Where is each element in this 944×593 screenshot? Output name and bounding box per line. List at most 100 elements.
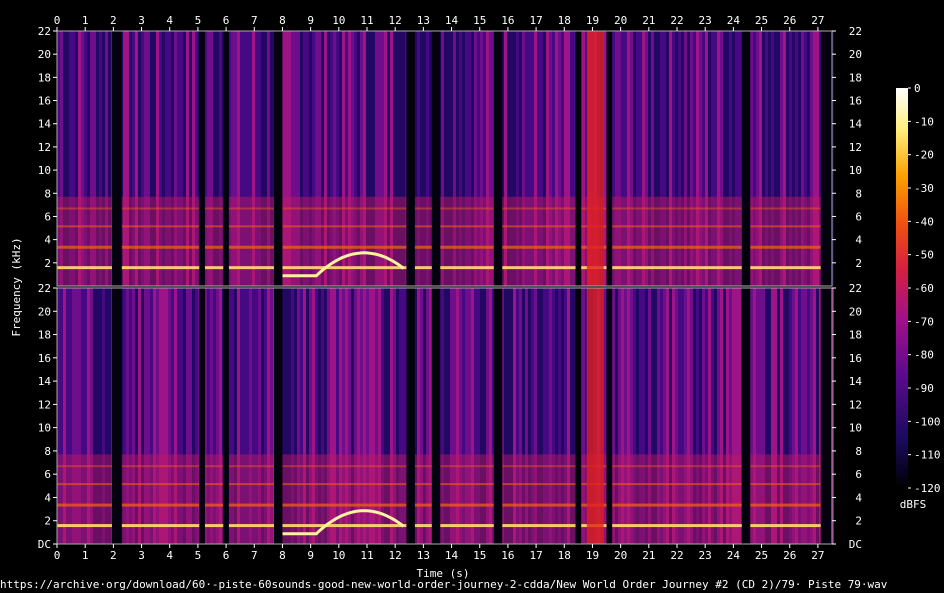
x-tick-label-top: 16 [501, 14, 514, 27]
y-tick-label-right: 22 [849, 25, 862, 38]
colorbar-tick-label: -90 [914, 382, 934, 395]
y-tick-label-left: 6 [44, 468, 51, 481]
x-tick-label-bottom: 24 [727, 549, 741, 562]
y-tick-label-right: 10 [849, 422, 862, 435]
silence-gap [431, 31, 441, 286]
harmonic-band [57, 245, 832, 249]
x-tick-label-bottom: 6 [223, 549, 230, 562]
x-tick-label-bottom: 17 [529, 549, 542, 562]
x-tick-label-top: 18 [558, 14, 571, 27]
colorbar-tick-label: -100 [914, 415, 941, 428]
y-tick-label-left: 20 [38, 305, 51, 318]
harmonic-band [57, 266, 832, 270]
y-tick-label-right: 16 [849, 352, 862, 365]
x-tick-label-bottom: 22 [670, 549, 683, 562]
x-tick-label-top: 3 [138, 14, 145, 27]
x-tick-label-top: 20 [614, 14, 627, 27]
silence-gap [493, 288, 503, 544]
x-tick-label-bottom: 5 [195, 549, 202, 562]
low-band-energy [57, 454, 832, 544]
x-tick-label-bottom: 12 [389, 549, 402, 562]
y-tick-label-right: 22 [849, 282, 862, 295]
x-tick-label-bottom: 25 [755, 549, 768, 562]
y-tick-label-left: 16 [38, 95, 51, 108]
y-tick-label-right: 14 [849, 118, 863, 131]
silence-gap [406, 288, 415, 544]
x-tick-label-top: 13 [417, 14, 430, 27]
silence-gap [199, 31, 205, 286]
x-tick-label-top: 23 [699, 14, 712, 27]
y-tick-label-left: 2 [44, 515, 51, 528]
harmonic-band [57, 483, 832, 486]
y-tick-label-left: 16 [38, 352, 51, 365]
colorbar-tick-label: -20 [914, 149, 934, 162]
colorbar-tick-label: 0 [914, 82, 921, 95]
x-tick-label-bottom: 0 [54, 549, 61, 562]
x-tick-label-bottom: 9 [307, 549, 314, 562]
x-tick-label-bottom: 1 [82, 549, 89, 562]
x-tick-label-bottom: 7 [251, 549, 258, 562]
silence-gap [606, 288, 613, 544]
loud-burst [586, 288, 604, 544]
x-tick-label-top: 10 [332, 14, 345, 27]
silence-gap [223, 31, 229, 286]
y-tick-label-right: DC [849, 538, 862, 551]
silence-gap [274, 288, 283, 544]
silence-gap [111, 31, 122, 286]
x-tick-label-bottom: 11 [360, 549, 373, 562]
y-tick-label-left: 2 [44, 257, 51, 270]
y-tick-label-right: 18 [849, 71, 862, 84]
x-tick-label-top: 17 [529, 14, 542, 27]
x-tick-label-bottom: 2 [110, 549, 117, 562]
y-tick-label-left: 8 [44, 445, 51, 458]
x-tick-label-top: 11 [360, 14, 373, 27]
y-tick-label-left: 22 [38, 25, 51, 38]
y-tick-label-right: 8 [855, 187, 862, 200]
silence-gap [575, 288, 582, 544]
harmonic-band [57, 465, 832, 468]
y-tick-label-right: 18 [849, 329, 862, 342]
x-tick-label-top: 19 [586, 14, 599, 27]
colorbar-tick-label: -70 [914, 315, 934, 328]
y-tick-label-left: 6 [44, 210, 51, 223]
x-tick-label-top: 26 [783, 14, 796, 27]
harmonic-band [57, 503, 832, 507]
x-tick-label-bottom: 15 [473, 549, 486, 562]
x-tick-label-top: 7 [251, 14, 258, 27]
silence-gap [606, 31, 613, 286]
y-tick-label-left: 10 [38, 422, 51, 435]
x-tick-label-top: 1 [82, 14, 89, 27]
y-tick-label-left: 8 [44, 187, 51, 200]
loud-burst [586, 31, 604, 286]
x-tick-label-top: 5 [195, 14, 202, 27]
x-tick-label-bottom: 8 [279, 549, 286, 562]
silence-gap [820, 31, 832, 286]
y-tick-label-left: 22 [38, 282, 51, 295]
silence-gap [575, 31, 582, 286]
low-band-energy [57, 196, 832, 286]
x-tick-label-top: 8 [279, 14, 286, 27]
x-tick-label-bottom: 3 [138, 549, 145, 562]
silence-gap [111, 288, 122, 544]
channel-panel-1 [57, 31, 834, 286]
x-tick-label-top: 22 [670, 14, 683, 27]
x-tick-label-bottom: 18 [558, 549, 571, 562]
y-tick-label-left: 14 [38, 118, 52, 131]
y-tick-label-right: 16 [849, 95, 862, 108]
harmonic-band [57, 225, 832, 228]
x-tick-label-bottom: 21 [642, 549, 655, 562]
x-tick-label-top: 21 [642, 14, 655, 27]
x-tick-label-bottom: 4 [166, 549, 173, 562]
y-tick-label-left: 4 [44, 234, 51, 247]
source-url: https://archive·org/download/60·-piste-6… [0, 578, 888, 591]
y-axis-label: Frequency (kHz) [10, 237, 23, 336]
x-tick-label-bottom: 27 [811, 549, 824, 562]
y-tick-label-right: 6 [855, 210, 862, 223]
y-tick-label-left: 12 [38, 141, 51, 154]
silence-gap [493, 31, 503, 286]
x-tick-label-bottom: 14 [445, 549, 459, 562]
silence-gap [741, 288, 751, 544]
silence-gap [223, 288, 229, 544]
x-tick-label-top: 15 [473, 14, 486, 27]
x-tick-label-bottom: 20 [614, 549, 627, 562]
